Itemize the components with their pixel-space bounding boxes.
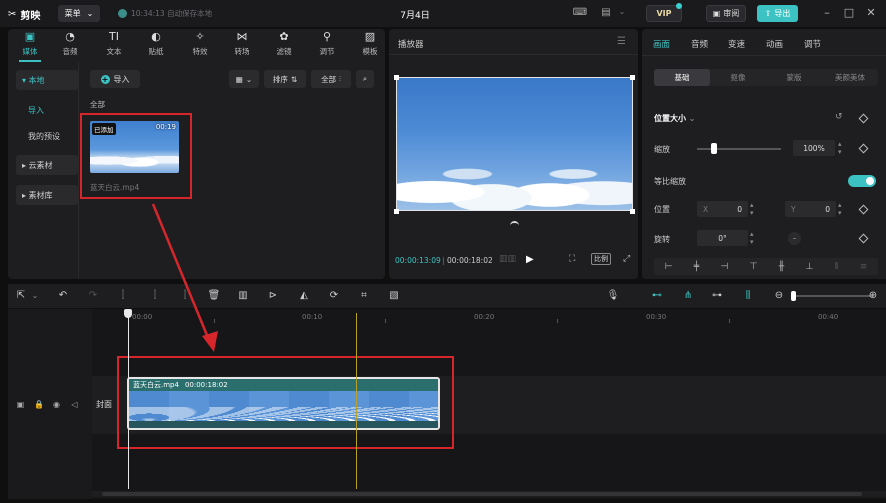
annotation-arrow — [151, 203, 218, 352]
arrow-line — [151, 203, 213, 346]
arrow-head — [202, 331, 218, 352]
